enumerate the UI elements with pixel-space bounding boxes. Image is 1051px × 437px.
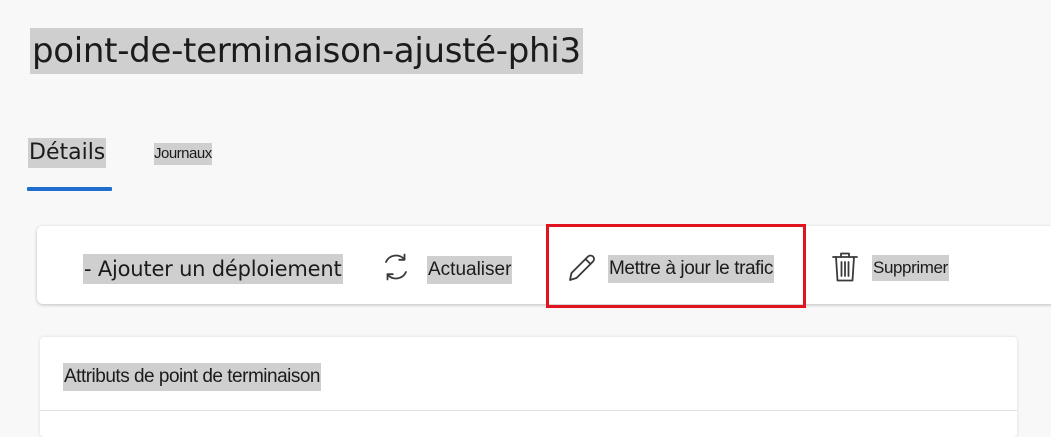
card-divider xyxy=(40,410,1017,411)
trash-icon xyxy=(830,250,860,288)
refresh-button[interactable]: Actualiser xyxy=(380,226,520,304)
card-title: Attributs de point de terminaison xyxy=(63,363,321,391)
add-deployment-button[interactable]: - Ajouter un déploiement xyxy=(83,226,343,304)
pencil-icon xyxy=(566,250,598,288)
refresh-label: Actualiser xyxy=(427,256,513,284)
tab-logs[interactable]: Journaux xyxy=(154,134,224,192)
add-deployment-label: - Ajouter un déploiement xyxy=(83,254,343,284)
command-toolbar: - Ajouter un déploiement Actualiser Mett… xyxy=(37,226,1051,304)
tab-selected-indicator xyxy=(27,187,112,191)
endpoint-attributes-card: Attributs de point de terminaison xyxy=(40,337,1017,437)
update-traffic-label: Mettre à jour le trafic xyxy=(608,255,774,283)
delete-button[interactable]: Supprimer xyxy=(830,226,960,304)
tab-details-label: Détails xyxy=(28,138,107,168)
refresh-icon xyxy=(380,250,412,288)
update-traffic-button[interactable]: Mettre à jour le trafic xyxy=(546,226,804,304)
tab-bar: Détails Journaux xyxy=(27,134,327,192)
page-title: point-de-terminaison-ajusté-phi3 xyxy=(30,28,583,74)
delete-label: Supprimer xyxy=(872,255,949,281)
tab-details[interactable]: Détails xyxy=(27,134,113,192)
tab-logs-label: Journaux xyxy=(154,143,212,165)
